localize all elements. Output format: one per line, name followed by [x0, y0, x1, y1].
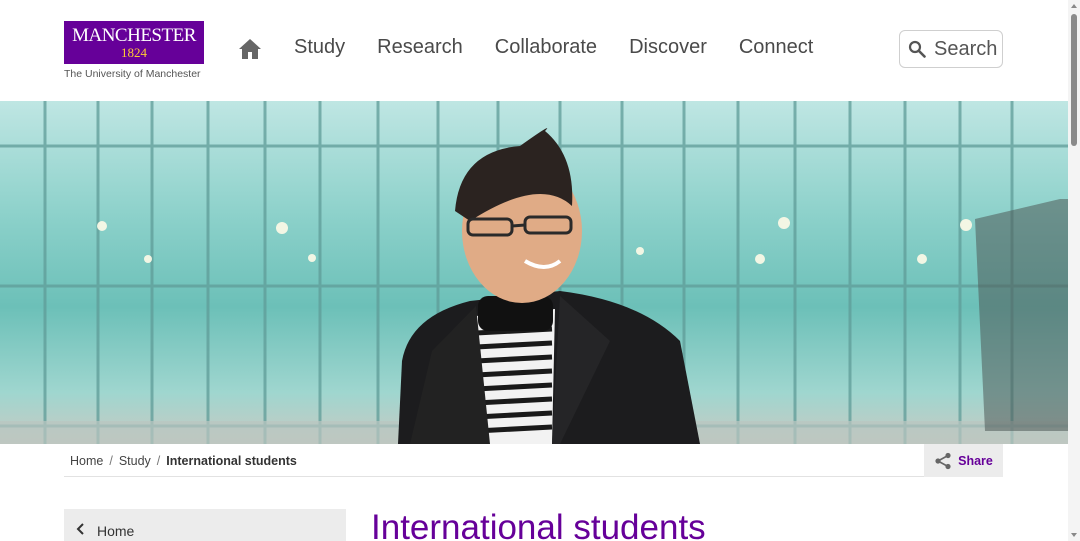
share-button[interactable]: Share	[924, 444, 1003, 477]
hero-image	[0, 101, 1068, 444]
page-title: International students	[371, 508, 706, 541]
site-header: MANCHESTER 1824 The University of Manche…	[0, 0, 1068, 101]
nav-study[interactable]: Study	[278, 36, 361, 59]
main-nav: Study Research Collaborate Discover Conn…	[278, 36, 829, 59]
page-scrollbar[interactable]	[1068, 0, 1080, 541]
nav-research[interactable]: Research	[361, 36, 479, 59]
share-label: Share	[958, 453, 993, 468]
breadcrumb: Home / Study / International students	[70, 454, 297, 468]
search-label: Search	[934, 37, 998, 60]
chevron-left-icon	[76, 523, 84, 535]
breadcrumb-separator: /	[156, 454, 161, 468]
breadcrumb-current: International students	[166, 454, 297, 468]
logo-subtitle: The University of Manchester	[64, 68, 201, 80]
breadcrumb-separator: /	[109, 454, 113, 468]
home-icon[interactable]	[238, 38, 262, 60]
scroll-down-arrow[interactable]	[1071, 533, 1077, 537]
breadcrumb-home[interactable]: Home	[70, 454, 103, 468]
hero-illustration	[0, 101, 1068, 444]
scroll-up-arrow[interactable]	[1071, 4, 1077, 8]
search-icon	[908, 40, 926, 58]
logo-name: MANCHESTER	[72, 25, 196, 46]
scroll-thumb[interactable]	[1071, 14, 1077, 146]
nav-collaborate[interactable]: Collaborate	[479, 36, 613, 59]
breadcrumb-study[interactable]: Study	[119, 454, 151, 468]
logo-year: 1824	[121, 45, 147, 60]
university-logo[interactable]: MANCHESTER 1824 The University of Manche…	[64, 21, 204, 80]
nav-connect[interactable]: Connect	[723, 36, 830, 59]
breadcrumb-bar: Home / Study / International students Sh…	[64, 444, 1003, 477]
sidenav-back-home[interactable]: Home	[64, 509, 346, 541]
share-icon	[935, 452, 951, 469]
nav-discover[interactable]: Discover	[613, 36, 723, 59]
search-button[interactable]: Search	[899, 30, 1003, 68]
logo-wordmark: MANCHESTER 1824	[64, 21, 204, 64]
sidenav-label: Home	[97, 523, 135, 539]
